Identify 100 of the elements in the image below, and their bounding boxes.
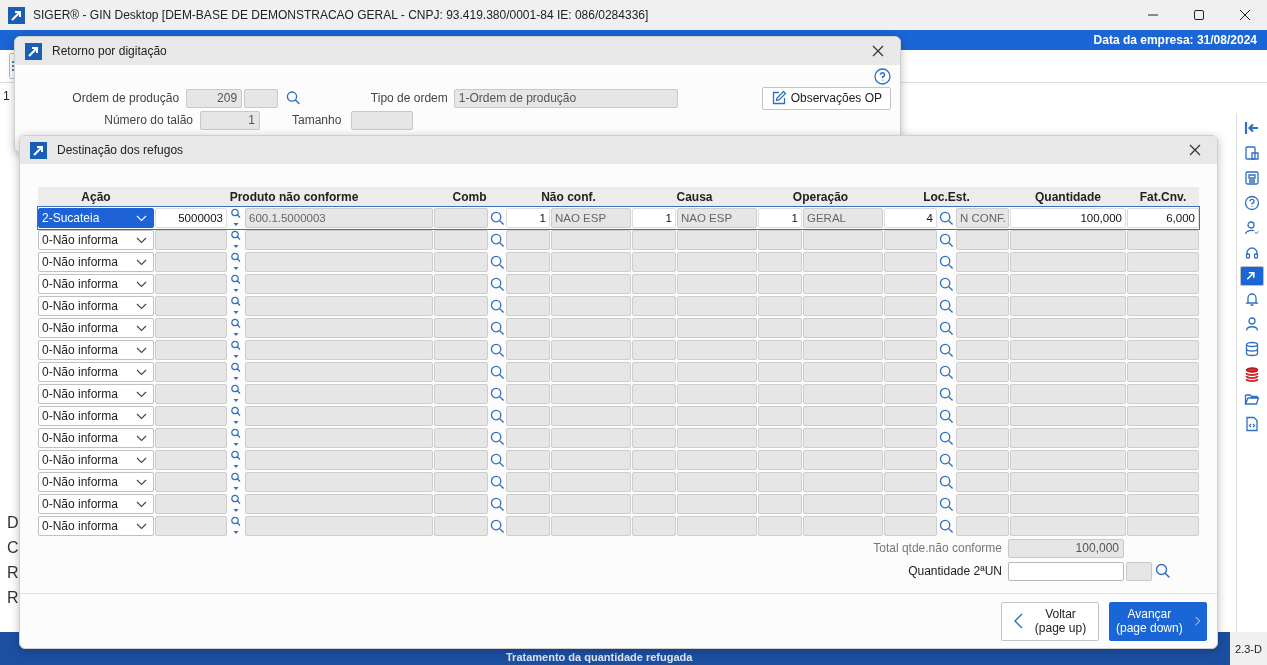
search-icon[interactable] xyxy=(939,298,954,314)
input-field[interactable]: 1-Ordem de produção xyxy=(453,88,678,108)
close-icon[interactable] xyxy=(872,45,884,57)
search-icon[interactable] xyxy=(939,518,954,534)
close-icon[interactable] xyxy=(1239,9,1251,21)
action-dropdown[interactable]: 0-Não informa xyxy=(38,450,154,470)
table-cell xyxy=(632,494,676,514)
search-icon[interactable] xyxy=(231,318,241,338)
chevron-icon xyxy=(136,500,147,508)
close-icon[interactable] xyxy=(1189,144,1201,156)
action-dropdown[interactable]: 0-Não informa xyxy=(38,362,154,382)
search-icon[interactable] xyxy=(939,210,954,226)
search-icon[interactable] xyxy=(489,496,505,512)
search-icon[interactable] xyxy=(939,474,954,490)
action-dropdown[interactable]: 0-Não informa xyxy=(38,296,154,316)
search-icon[interactable] xyxy=(231,296,241,316)
action-dropdown[interactable]: 0-Não informa xyxy=(38,274,154,294)
search-icon[interactable] xyxy=(489,430,505,446)
table-cell xyxy=(758,472,802,492)
help-icon[interactable] xyxy=(874,68,891,85)
search-icon[interactable] xyxy=(489,474,505,490)
action-dropdown[interactable]: 0-Não informa xyxy=(38,230,154,250)
input-field[interactable] xyxy=(1126,561,1152,581)
action-dropdown[interactable]: 0-Não informa xyxy=(38,384,154,404)
search-icon[interactable] xyxy=(231,274,241,294)
search-icon[interactable] xyxy=(939,364,954,380)
search-icon[interactable] xyxy=(489,408,505,424)
search-icon[interactable] xyxy=(489,232,505,248)
search-icon[interactable] xyxy=(489,254,505,270)
search-icon[interactable] xyxy=(489,342,505,358)
table-cell xyxy=(956,494,1009,514)
search-icon[interactable] xyxy=(489,364,505,380)
window-title: SIGER® - GIN Desktop [DEM-BASE DE DEMONSTRACAO GERAL - CNPJ: 93.419.380/0001-84 IE: 086/0284336] xyxy=(33,8,649,22)
search-icon[interactable] xyxy=(231,494,241,514)
input-field[interactable] xyxy=(351,110,414,130)
action-dropdown[interactable]: 0-Não informa xyxy=(38,318,154,338)
input-field[interactable]: 209 xyxy=(186,88,243,108)
table-cell: 6,000 xyxy=(1127,208,1199,228)
chevron-icon xyxy=(136,456,147,464)
input-field[interactable] xyxy=(244,88,279,108)
table-cell xyxy=(956,230,1009,250)
table-cell xyxy=(155,406,227,426)
search-icon[interactable] xyxy=(939,408,954,424)
search-icon[interactable] xyxy=(489,452,505,468)
column-header: Fat.Cnv. xyxy=(1138,190,1188,204)
search-icon[interactable] xyxy=(231,406,241,426)
table-cell xyxy=(434,494,488,514)
arrow-square-icon[interactable] xyxy=(1240,266,1264,286)
search-icon[interactable] xyxy=(939,254,954,270)
table-cell xyxy=(758,406,802,426)
table-cell xyxy=(506,340,550,360)
action-dropdown[interactable]: 0-Não informa xyxy=(38,340,154,360)
search-icon[interactable] xyxy=(231,472,241,492)
search-icon[interactable] xyxy=(939,430,954,446)
table-cell: 600.1.5000003 xyxy=(245,208,433,228)
back-button[interactable]: Voltar (page up) xyxy=(1001,601,1099,641)
search-icon[interactable] xyxy=(286,90,301,106)
table-cell xyxy=(884,340,937,360)
search-icon[interactable] xyxy=(939,452,954,468)
action-dropdown[interactable]: 0-Não informa xyxy=(38,428,154,448)
input-field[interactable]: 1 xyxy=(200,110,260,130)
maximize-icon[interactable] xyxy=(1193,9,1205,21)
input-field[interactable]: 100,000 xyxy=(1008,538,1124,558)
table-cell xyxy=(956,384,1009,404)
search-icon[interactable] xyxy=(231,340,241,360)
table-cell xyxy=(506,318,550,338)
action-dropdown[interactable]: 2-Sucateia xyxy=(38,208,154,228)
search-icon[interactable] xyxy=(489,276,505,292)
search-icon[interactable] xyxy=(231,450,241,470)
search-icon[interactable] xyxy=(231,362,241,382)
action-dropdown[interactable]: 0-Não informa xyxy=(38,472,154,492)
search-icon[interactable] xyxy=(939,342,954,358)
table-cell xyxy=(884,472,937,492)
action-dropdown[interactable]: 0-Não informa xyxy=(38,252,154,272)
search-icon[interactable] xyxy=(939,276,954,292)
action-dropdown[interactable]: 0-Não informa xyxy=(38,516,154,536)
search-icon[interactable] xyxy=(231,516,241,536)
table-cell xyxy=(758,274,802,294)
search-icon[interactable] xyxy=(939,386,954,402)
search-icon[interactable] xyxy=(939,232,954,248)
search-icon[interactable] xyxy=(231,428,241,448)
search-icon[interactable] xyxy=(231,384,241,404)
search-icon[interactable] xyxy=(939,496,954,512)
search-icon[interactable] xyxy=(231,252,241,272)
notes-button[interactable]: Observações OP xyxy=(761,86,891,110)
next-button[interactable]: Avançar (page down) xyxy=(1109,601,1207,641)
search-icon[interactable] xyxy=(231,230,241,250)
search-icon[interactable] xyxy=(489,320,505,336)
toolbar-label: 1 xyxy=(3,89,10,103)
search-icon[interactable] xyxy=(489,386,505,402)
action-dropdown[interactable]: 0-Não informa xyxy=(38,406,154,426)
search-icon[interactable] xyxy=(1155,563,1171,579)
table-cell xyxy=(1127,406,1199,426)
action-dropdown[interactable]: 0-Não informa xyxy=(38,494,154,514)
search-icon[interactable] xyxy=(231,208,241,228)
search-icon[interactable] xyxy=(489,518,505,534)
input-field[interactable] xyxy=(1008,561,1124,581)
search-icon[interactable] xyxy=(489,298,505,314)
search-icon[interactable] xyxy=(489,210,505,226)
search-icon[interactable] xyxy=(939,320,954,336)
